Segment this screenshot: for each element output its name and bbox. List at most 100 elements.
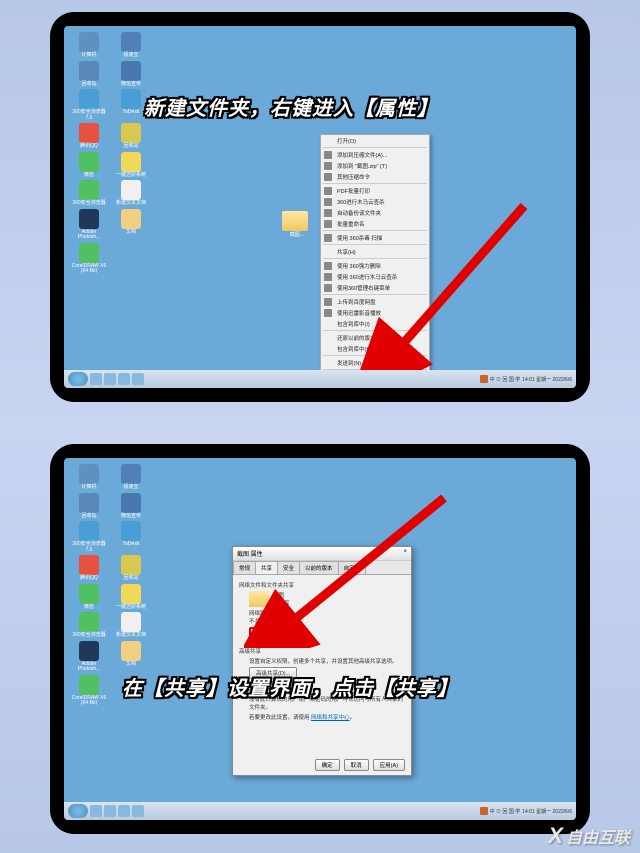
menu-item[interactable]: 打开(O) xyxy=(321,135,429,146)
menu-item[interactable]: 包含到库中(I) xyxy=(321,318,429,329)
desktop-icon[interactable]: 回收站 xyxy=(70,61,108,88)
watermark-text: 自由互联 xyxy=(566,824,630,848)
desktop-icon[interactable]: 极速宝 xyxy=(112,32,150,59)
menu-item[interactable]: 使用 360进行木马云查杀 xyxy=(321,271,429,282)
desktop-icon[interactable]: ToDesk xyxy=(112,521,150,553)
desktop-icon[interactable]: 微信宣传 xyxy=(112,61,150,88)
taskbar-icon[interactable] xyxy=(104,805,116,817)
menu-item[interactable]: 自动备份该文件夹 xyxy=(321,207,429,218)
desktop-icon[interactable]: 360安全浏览器 xyxy=(70,612,108,639)
icon-label: 极速宝 xyxy=(123,53,138,59)
taskbar-icon[interactable] xyxy=(118,373,130,385)
icon-label: 回收站 xyxy=(81,514,96,520)
menu-item[interactable]: PDF批量打印 xyxy=(321,185,429,196)
desktop-icon[interactable]: 文档 xyxy=(112,209,150,241)
desktop-icon[interactable]: CorelDRAW X6 (64-Bit) xyxy=(70,243,108,275)
tab-常规[interactable]: 常规 xyxy=(233,561,256,574)
clock: 14:01 星期一 2022/6/6 xyxy=(522,376,572,383)
taskbar-icon[interactable] xyxy=(118,805,130,817)
share-button[interactable]: 共享(S)... xyxy=(249,627,288,641)
tab-安全[interactable]: 安全 xyxy=(277,561,300,574)
app-icon xyxy=(79,555,99,575)
close-icon[interactable]: × xyxy=(403,549,407,558)
desktop-icon[interactable]: 360安全浏览器 xyxy=(70,180,108,207)
dialog-titlebar: 截图 属性 × xyxy=(233,547,411,561)
menu-item[interactable]: 发送到(N) xyxy=(321,357,429,368)
tray-text: 中 ⊙ 回 国 学 xyxy=(490,376,521,383)
share-status: 不共享 xyxy=(273,599,290,607)
desktop-icon-grid: 计算机极速宝回收站微信宣传360安全浏览器7.0ToDesk腾讯QQ回收站微信一… xyxy=(70,464,150,707)
tab-以前的版本[interactable]: 以前的版本 xyxy=(299,561,339,574)
desktop-icon[interactable]: 计算机 xyxy=(70,32,108,59)
taskbar-icon[interactable] xyxy=(90,373,102,385)
menu-item[interactable]: 添加到 "截图.zip" (T) xyxy=(321,160,429,171)
taskbar-left xyxy=(68,372,144,386)
app-icon xyxy=(79,641,99,661)
desktop-icon[interactable]: 一键还原系统 xyxy=(112,584,150,611)
menu-item[interactable]: 使用 360杀毒 扫描 xyxy=(321,232,429,243)
desktop-icon[interactable]: Adobe Photosh... xyxy=(70,209,108,241)
menu-item[interactable]: 使用360管理右键菜单 xyxy=(321,282,429,293)
desktop-icon[interactable]: 360安全浏览器7.0 xyxy=(70,89,108,121)
desktop-icon[interactable]: 回收站 xyxy=(112,123,150,150)
system-tray: 中 ⊙ 回 国 学 14:01 星期一 2022/6/6 xyxy=(480,807,572,815)
app-icon xyxy=(79,209,99,229)
desktop-icon[interactable]: 腾讯QQ xyxy=(70,555,108,582)
desktop-icon[interactable]: 计算机 xyxy=(70,464,108,491)
menu-item[interactable]: 添加到压缩文件(A)... xyxy=(321,149,429,160)
tray-icon[interactable] xyxy=(480,807,488,815)
taskbar-icon[interactable] xyxy=(90,805,102,817)
desktop-icon[interactable]: 回收站 xyxy=(112,555,150,582)
adv-desc: 设置自定义权限，创建多个共享，并设置其他高级共享选项。 xyxy=(239,657,405,665)
app-icon xyxy=(121,123,141,143)
menu-item[interactable]: 其他压缩命令 xyxy=(321,171,429,182)
desktop-icon[interactable]: 腾讯QQ xyxy=(70,123,108,150)
new-folder[interactable]: 截图... xyxy=(282,211,312,241)
desktop-icon[interactable]: 新建文本文档 xyxy=(112,180,150,207)
desktop-icon[interactable]: 微信 xyxy=(70,152,108,179)
icon-label: 腾讯QQ xyxy=(80,576,98,582)
taskbar-icon[interactable] xyxy=(104,373,116,385)
taskbar-icon[interactable] xyxy=(132,805,144,817)
menu-item[interactable]: 批量重命名 xyxy=(321,218,429,229)
desktop-icon[interactable]: 微信 xyxy=(70,584,108,611)
taskbar-icon[interactable] xyxy=(132,373,144,385)
icon-label: 计算机 xyxy=(81,485,96,491)
app-icon xyxy=(121,89,141,109)
desktop-icon[interactable]: 文档 xyxy=(112,641,150,673)
app-icon xyxy=(79,464,99,484)
desktop-icon[interactable]: Adobe Photosh... xyxy=(70,641,108,673)
desktop-icon[interactable]: 一键还原系统 xyxy=(112,152,150,179)
start-button[interactable] xyxy=(68,372,88,386)
menu-separator xyxy=(323,355,427,356)
menu-item[interactable]: 360进行木马云查杀 xyxy=(321,196,429,207)
tab-自定义[interactable]: 自定义 xyxy=(338,561,367,574)
context-menu: 打开(O) 添加到压缩文件(A)...添加到 "截图.zip" (T)其他压缩命令… xyxy=(320,134,430,388)
icon-label: 微信 xyxy=(84,173,94,179)
menu-item[interactable]: 使用迅雷影音播放 xyxy=(321,307,429,318)
app-icon xyxy=(79,675,99,695)
tab-共享[interactable]: 共享 xyxy=(255,561,278,574)
start-button[interactable] xyxy=(68,804,88,818)
desktop-icon[interactable]: CorelDRAW X6 (64-Bit) xyxy=(70,675,108,707)
apply-button[interactable]: 应用(A) xyxy=(373,759,405,771)
menu-item[interactable]: 还原以前的版本(V) xyxy=(321,332,429,343)
desktop-icon-grid: 计算机极速宝回收站微信宣传360安全浏览器7.0ToDesk腾讯QQ回收站微信一… xyxy=(70,32,150,275)
tray-icon[interactable] xyxy=(480,375,488,383)
menu-item[interactable]: 上传到百度网盘 xyxy=(321,296,429,307)
tablet-frame-2: 计算机极速宝回收站微信宣传360安全浏览器7.0ToDesk腾讯QQ回收站微信一… xyxy=(50,444,590,834)
desktop-icon[interactable]: 微信宣传 xyxy=(112,493,150,520)
system-tray: 中 ⊙ 回 国 学 14:01 星期一 2022/6/6 xyxy=(480,375,572,383)
desktop-icon[interactable]: 回收站 xyxy=(70,493,108,520)
icon-label: 360安全浏览器 xyxy=(72,633,105,639)
ok-button[interactable]: 确定 xyxy=(315,759,340,771)
network-center-link[interactable]: 网络和共享中心 xyxy=(311,715,350,721)
menu-item[interactable]: 使用 360强力删除 xyxy=(321,260,429,271)
menu-item[interactable]: 共享(H) xyxy=(321,246,429,257)
menu-item[interactable]: 包含到库中(I) xyxy=(321,343,429,354)
desktop-icon[interactable]: 新建文本文档 xyxy=(112,612,150,639)
desktop-icon[interactable]: 极速宝 xyxy=(112,464,150,491)
folder-icon xyxy=(282,211,308,231)
desktop-icon[interactable]: 360安全浏览器7.0 xyxy=(70,521,108,553)
cancel-button[interactable]: 取消 xyxy=(344,759,369,771)
